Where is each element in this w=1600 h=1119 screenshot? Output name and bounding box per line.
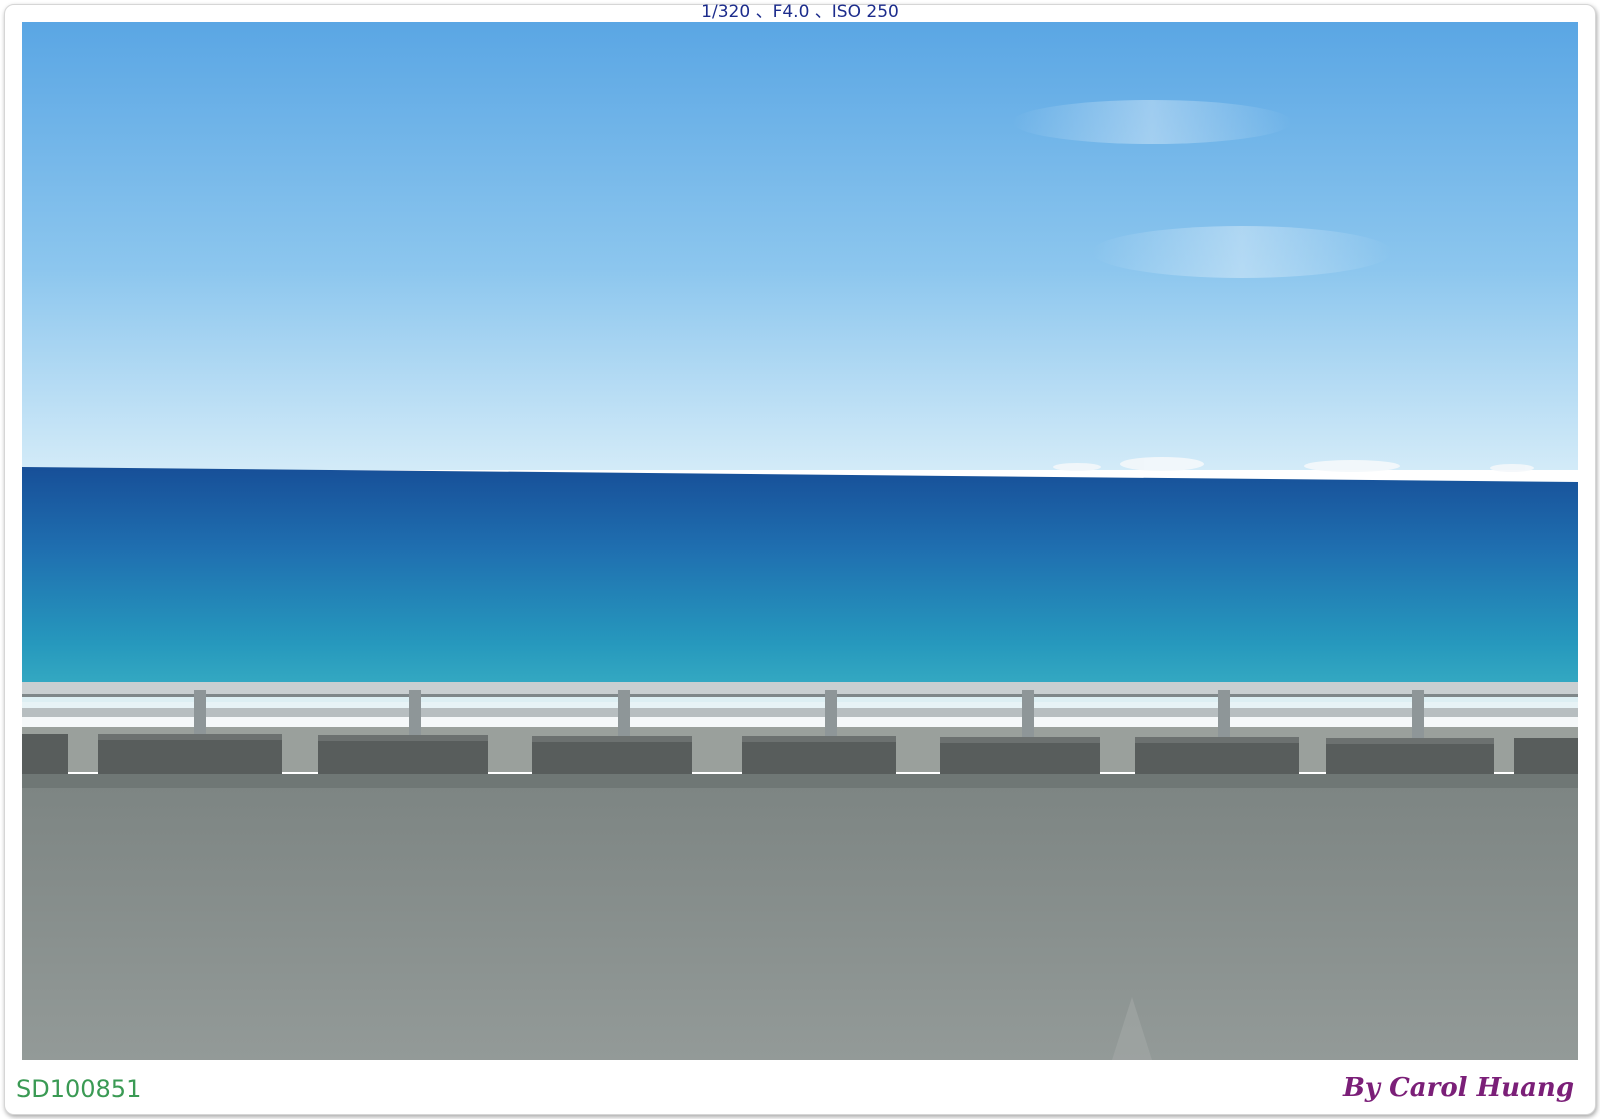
guardrail-top	[22, 682, 1578, 694]
photo	[22, 22, 1578, 1060]
photographer-signature: By Carol Huang	[1342, 1073, 1574, 1103]
road	[22, 774, 1578, 1060]
cloud-wisp	[1092, 226, 1392, 278]
photo-id-label: SD100851	[16, 1075, 142, 1103]
road-curb-shadow	[22, 774, 1578, 788]
coastal-photo-image	[22, 22, 1578, 1060]
sea	[22, 467, 1578, 702]
guardrail-middle	[22, 708, 1578, 717]
exif-caption: 1/320 、F4.0 、ISO 250	[701, 2, 899, 22]
cloud-wisp	[1012, 100, 1292, 144]
